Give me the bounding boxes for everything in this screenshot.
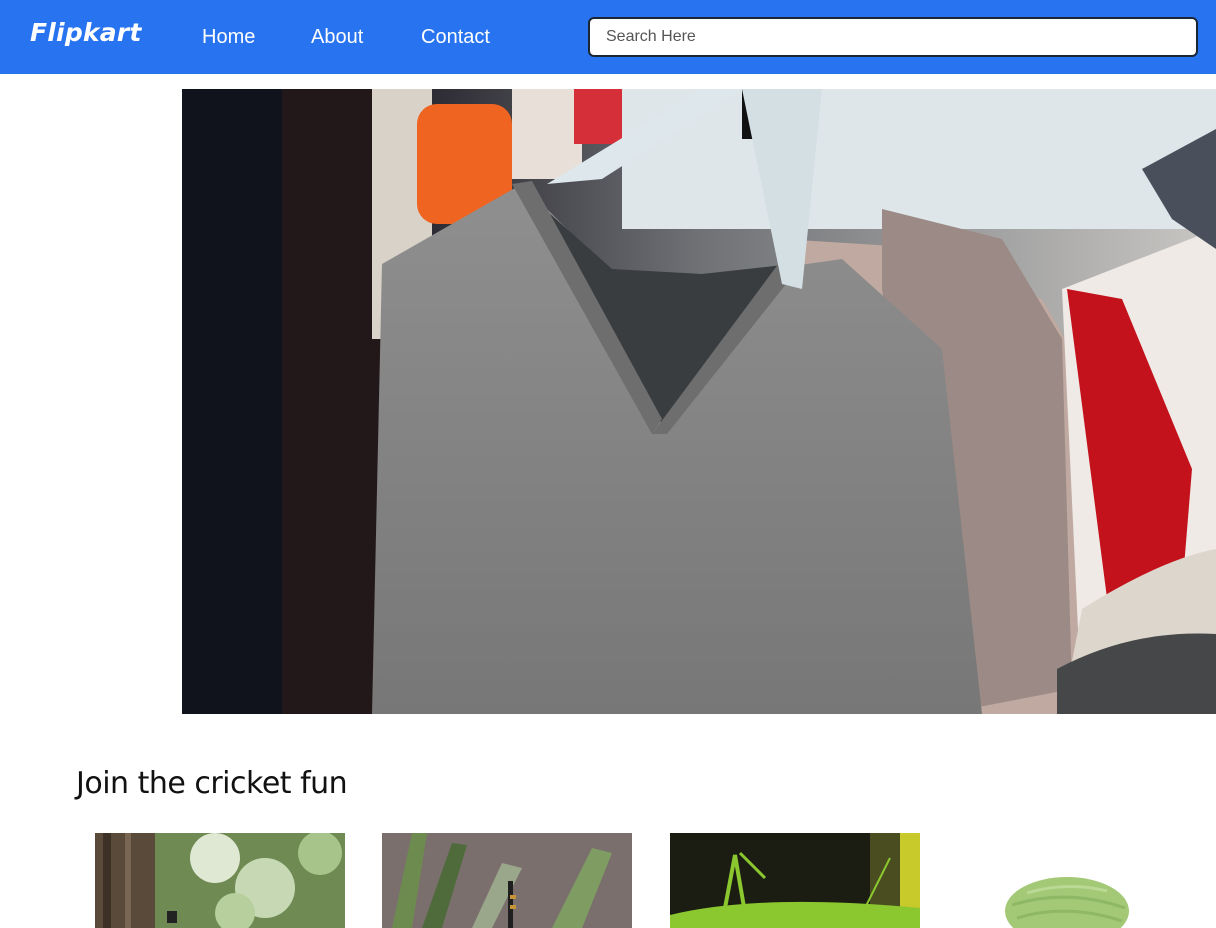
product-card-grasshopper[interactable] (670, 833, 920, 928)
product-card-yarn[interactable] (957, 833, 1207, 928)
nav-link-about[interactable]: About (311, 26, 363, 49)
section-title: Join the cricket fun (76, 766, 348, 801)
product-card-dragonfly[interactable] (382, 833, 632, 928)
nav-link-contact[interactable]: Contact (421, 26, 490, 49)
search-input[interactable] (588, 17, 1198, 57)
nav-link-home[interactable]: Home (202, 26, 255, 49)
hero-image-clothes-rack[interactable] (182, 89, 1216, 714)
product-card-insect[interactable] (95, 833, 345, 928)
flipkart-logo[interactable]: Flipkart (30, 18, 142, 47)
navbar: Flipkart Home About Contact (0, 0, 1216, 74)
